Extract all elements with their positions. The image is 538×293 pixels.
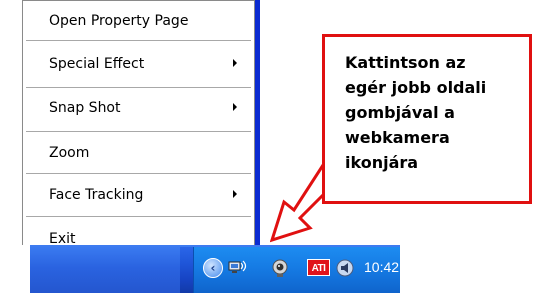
taskbar: ‹ ATI 10:42: [0, 245, 538, 293]
menu-item-snap-shot[interactable]: Snap Shot: [23, 92, 254, 122]
callout-text: Kattintson az egér jobb oldali gombjával…: [345, 50, 525, 175]
volume-icon[interactable]: [335, 258, 355, 278]
menu-separator: [26, 87, 251, 88]
menu-separator: [26, 216, 251, 217]
menu-item-label: Snap Shot: [49, 100, 121, 116]
menu-item-face-tracking[interactable]: Face Tracking: [23, 179, 254, 209]
submenu-arrow-icon: [233, 190, 237, 198]
menu-item-zoom[interactable]: Zoom: [23, 137, 254, 167]
menu-item-label: Zoom: [49, 145, 90, 161]
callout-line: Kattintson az: [345, 53, 466, 72]
instruction-callout: Kattintson az egér jobb oldali gombjával…: [322, 34, 532, 204]
menu-item-open-property-page[interactable]: Open Property Page: [23, 5, 254, 35]
callout-line: gombjával a: [345, 103, 455, 122]
callout-line: egér jobb oldali: [345, 78, 487, 97]
submenu-arrow-icon: [233, 103, 237, 111]
menu-separator: [26, 40, 251, 41]
network-icon[interactable]: [228, 258, 248, 278]
show-hidden-icons-button[interactable]: ‹: [203, 258, 223, 278]
taskbar-buttons-area: [30, 247, 180, 293]
taskbar-bar: ‹ ATI 10:42: [30, 245, 400, 293]
context-menu: Open Property Page Special Effect Snap S…: [22, 0, 255, 257]
submenu-arrow-icon: [233, 59, 237, 67]
menu-separator: [26, 173, 251, 174]
menu-item-label: Face Tracking: [49, 187, 144, 203]
callout-line: ikonjára: [345, 153, 419, 172]
window-edge-strip: [255, 0, 260, 252]
ati-icon[interactable]: ATI: [307, 259, 330, 276]
menu-item-special-effect[interactable]: Special Effect: [23, 48, 254, 78]
menu-item-label: Special Effect: [49, 56, 145, 72]
callout-line: webkamera: [345, 128, 450, 147]
notification-area: ‹ ATI 10:42: [193, 247, 400, 293]
clock[interactable]: 10:42: [364, 259, 399, 275]
menu-separator: [26, 131, 251, 132]
webcam-icon[interactable]: [270, 258, 290, 278]
menu-item-label: Open Property Page: [49, 13, 189, 29]
